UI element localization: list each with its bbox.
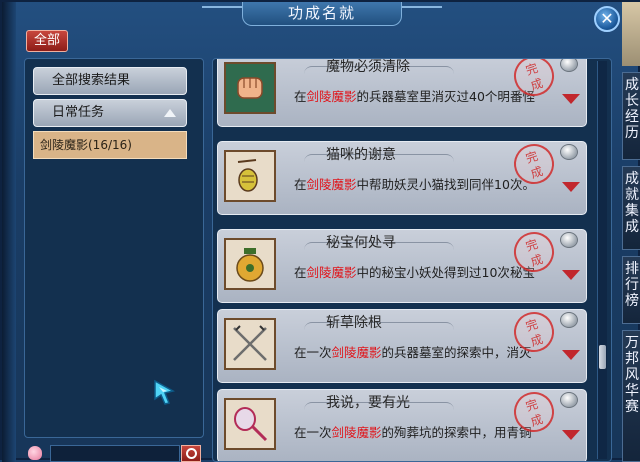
achievement-window: 功成名就 ✕ 全部 全部搜索结果 日常任务 剑陵魔影(16/16) 魔物必须清除…	[0, 0, 640, 462]
dungeon-name: 剑陵魔影	[306, 177, 357, 192]
title-decoration-left	[202, 6, 242, 20]
hint-bulb-icon[interactable]	[560, 59, 578, 72]
achievement-title: 斩草除根	[326, 315, 382, 331]
dungeon-name: 剑陵魔影	[306, 265, 357, 280]
side-tab-rankings[interactable]: 排行榜	[622, 256, 640, 324]
achievement-title: 猫咪的谢意	[326, 147, 396, 163]
peach-icon	[28, 446, 42, 460]
hint-bulb-icon[interactable]	[560, 392, 578, 408]
achievement-card[interactable]: 魔物必须清除 在剑陵魔影的兵器墓室里消灭过40个明番怪 完成	[217, 59, 587, 127]
expand-arrow-icon[interactable]	[562, 94, 580, 104]
side-tab-achievements[interactable]: 成就集成	[622, 166, 640, 250]
close-button[interactable]: ✕	[594, 6, 620, 32]
achievement-card[interactable]: 我说，要有光 在一次剑陵魔影的殉葬坑的探索中，用青铜 完成	[217, 386, 587, 461]
expand-arrow-icon[interactable]	[562, 270, 580, 280]
category-panel: 全部搜索结果 日常任务 剑陵魔影(16/16)	[24, 58, 204, 438]
achievement-title: 秘宝何处寻	[326, 235, 396, 251]
achievement-card[interactable]: 秘宝何处寻 在剑陵魔影中的秘宝小妖处得到过10次秘宝 完成	[217, 226, 587, 303]
dungeon-name: 剑陵魔影	[331, 345, 382, 360]
expand-arrow-icon[interactable]	[562, 350, 580, 360]
hint-bulb-icon[interactable]	[560, 232, 578, 248]
side-tab-wanbang[interactable]: 万邦风华赛	[622, 330, 640, 462]
category-item-jianling[interactable]: 剑陵魔影(16/16)	[33, 131, 187, 159]
tab-label: 全部搜索结果	[52, 73, 131, 88]
side-top-decoration	[622, 2, 640, 66]
lantern-icon	[224, 150, 276, 202]
window-title: 功成名就	[242, 2, 402, 26]
tab-label: 日常任务	[52, 105, 105, 120]
dungeon-name: 剑陵魔影	[331, 425, 382, 440]
hint-bulb-icon[interactable]	[560, 144, 578, 160]
window-left-edge	[2, 2, 16, 462]
achievement-title: 我说，要有光	[326, 395, 410, 411]
title-decoration-right	[402, 6, 442, 20]
achievement-card[interactable]: 斩草除根 在一次剑陵魔影的兵器墓室的探索中，消灭 完成	[217, 306, 587, 383]
achievement-title: 魔物必须清除	[326, 59, 410, 75]
achievement-card[interactable]: 猫咪的谢意 在剑陵魔影中帮助妖灵小猫找到同伴10次。 完成	[217, 138, 587, 215]
tab-daily-tasks[interactable]: 日常任务	[33, 99, 187, 127]
scrollbar-thumb[interactable]	[599, 345, 606, 369]
hint-bulb-icon[interactable]	[560, 312, 578, 328]
search-icon[interactable]	[181, 445, 201, 462]
expand-arrow-icon[interactable]	[562, 182, 580, 192]
list-scrollbar[interactable]	[597, 61, 607, 459]
filter-all-button[interactable]: 全部	[26, 30, 68, 52]
expand-arrow-icon[interactable]	[562, 430, 580, 440]
cursor-icon	[154, 379, 175, 405]
side-tab-growth[interactable]: 成长经历	[622, 72, 640, 160]
search-input[interactable]	[50, 445, 180, 462]
collapse-arrow-icon[interactable]	[164, 109, 176, 117]
dungeon-name: 剑陵魔影	[306, 89, 357, 104]
fist-icon	[224, 62, 276, 114]
jar-icon	[224, 238, 276, 290]
achievement-list: 魔物必须清除 在剑陵魔影的兵器墓室里消灭过40个明番怪 完成 猫咪的谢意 在剑陵…	[212, 58, 612, 462]
tab-all-search-results[interactable]: 全部搜索结果	[33, 67, 187, 95]
crossed-swords-icon	[224, 318, 276, 370]
mirror-icon	[224, 398, 276, 450]
